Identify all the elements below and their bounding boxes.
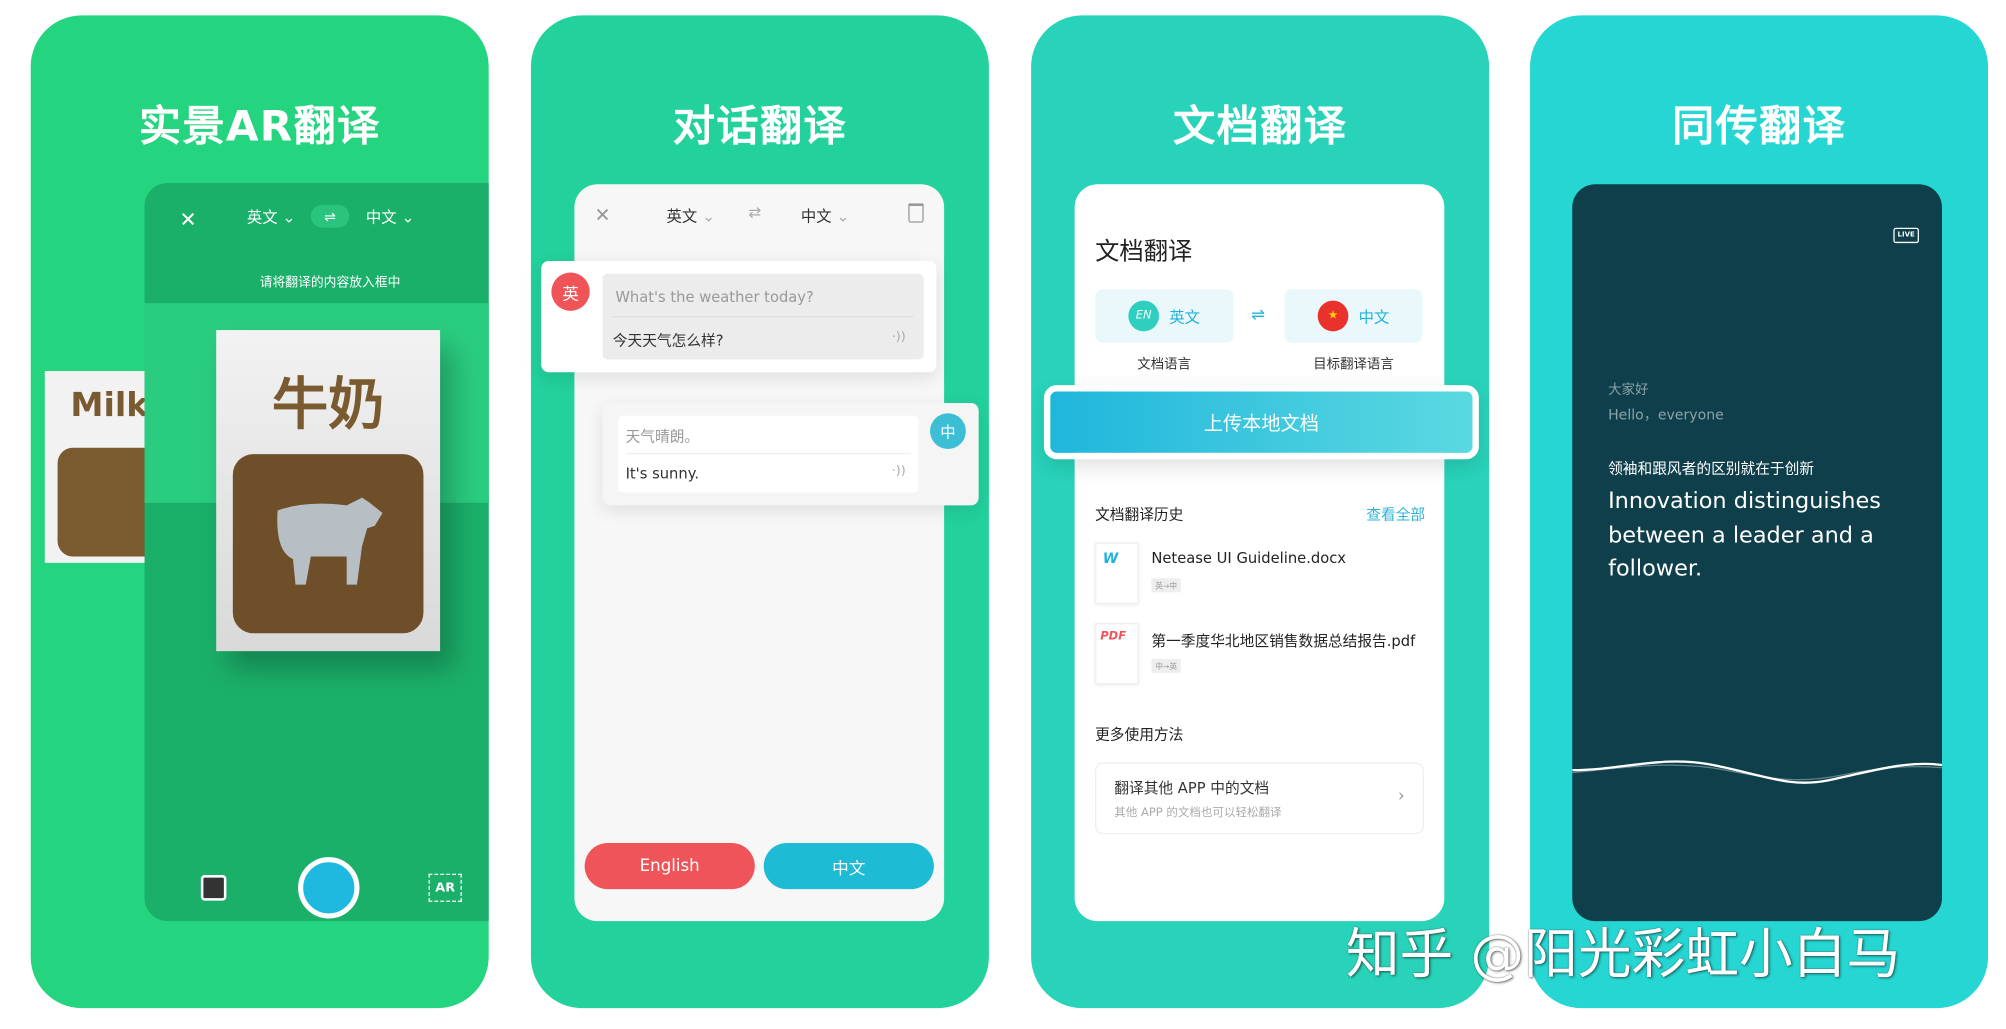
live-card: LIVE 大家好 Hello，everyone 领袖和跟风者的区别就在于创新 I… — [1572, 184, 1942, 922]
docx-file-icon: W — [1095, 542, 1139, 604]
chevron-right-icon: › — [1398, 786, 1405, 806]
target-lang-select[interactable]: 中文 ⌄ — [366, 206, 414, 228]
source-lang-button[interactable]: EN 英文 — [1095, 289, 1234, 343]
file-tag: 英→中 — [1151, 578, 1181, 593]
history-zh: 大家好 — [1608, 382, 1649, 398]
original-text: What's the weather today? — [615, 287, 814, 306]
translation-text: 今天天气怎么样? — [612, 331, 724, 350]
target-lang-button[interactable]: ★ 中文 — [1284, 289, 1423, 343]
english-button[interactable]: English — [584, 843, 755, 890]
shutter-button[interactable] — [298, 857, 360, 919]
panel-title: 对话翻译 — [672, 101, 847, 151]
upload-button[interactable]: 上传本地文档 — [1043, 385, 1479, 460]
more-item-subtitle: 其他 APP 的文档也可以轻松翻译 — [1114, 807, 1282, 821]
current-zh: 领袖和跟风者的区别就在于创新 — [1608, 459, 1815, 478]
panel-title: 文档翻译 — [1173, 101, 1348, 151]
swap-button[interactable]: ⇌ — [310, 204, 350, 228]
message-bubble: 英 What's the weather today? 今天天气怎么样? ·)) — [541, 260, 937, 373]
hint-text: 请将翻译的内容放入框中 — [259, 276, 401, 291]
source-lang-label: 英文 — [666, 207, 698, 226]
target-lang-label: 中文 — [800, 207, 832, 226]
target-lang-label: 中文 — [365, 208, 397, 227]
pdf-file-icon: PDF — [1095, 623, 1139, 685]
target-lang-select[interactable]: 中文 ⌄ — [801, 205, 849, 227]
target-label: 目标翻译语言 — [1313, 356, 1394, 373]
pdf-label: PDF — [1100, 630, 1127, 644]
audio-wave — [1572, 760, 1942, 784]
avatar: 英 — [551, 272, 590, 311]
speaker-icon[interactable]: ·)) — [892, 464, 906, 478]
ar-panel: 实景AR翻译 Milk 牛奶 ✕ 英文 ⌄ ⇌ 中文 ⌄ 请将翻译的内容放入框中… — [30, 15, 489, 1009]
more-item-title: 翻译其他 APP 中的文档 — [1114, 779, 1270, 798]
sign-text: 牛奶 — [271, 372, 385, 438]
panel-title: 实景AR翻译 — [138, 101, 381, 151]
file-tag: 中→英 — [1151, 658, 1181, 673]
close-button[interactable]: ✕ — [173, 203, 204, 234]
camera-view: 牛奶 ✕ 英文 ⌄ ⇌ 中文 ⌄ 请将翻译的内容放入框中 AR — [144, 182, 489, 922]
current-en: Innovation distinguishes between a leade… — [1608, 488, 1881, 583]
ar-mode-button[interactable]: AR — [428, 873, 462, 902]
file-name[interactable]: Netease UI Guideline.docx — [1151, 549, 1346, 567]
swap-icon[interactable]: ⇌ — [1251, 306, 1265, 325]
live-panel: 同传翻译 LIVE 大家好 Hello，everyone 领袖和跟风者的区别就在… — [1530, 15, 1989, 1009]
source-lang-select[interactable]: 英文 ⌄ — [247, 206, 295, 228]
side-sign-text: Milk — [70, 386, 149, 425]
close-icon[interactable]: ✕ — [590, 202, 616, 228]
history-en: Hello，everyone — [1608, 406, 1724, 424]
original-text: 天气晴朗。 — [625, 427, 700, 446]
history-title: 文档翻译历史 — [1095, 505, 1184, 524]
side-sign: Milk — [44, 370, 173, 563]
en-badge: EN — [1128, 300, 1160, 332]
doc-panel: 文档翻译 文档翻译 EN 英文 ⇌ ★ 中文 文档语言 目标翻译语言 上传本地文… — [1031, 15, 1490, 1009]
cow-icon — [232, 454, 424, 634]
china-flag-icon: ★ — [1317, 300, 1349, 332]
target-lang: 中文 — [1358, 307, 1390, 326]
file-name[interactable]: 第一季度华北地区销售数据总结报告.pdf — [1151, 631, 1415, 651]
swap-icon[interactable]: ⇄ — [748, 203, 761, 221]
watermark: 知乎 @阳光彩虹小白马 — [1345, 922, 1901, 986]
chinese-button[interactable]: 中文 — [763, 843, 934, 890]
milk-sign: 牛奶 — [216, 330, 441, 652]
dialog-panel: 对话翻译 ✕ 英文 ⌄ ⇄ 中文 ⌄ 英 What's the weather … — [530, 15, 989, 1009]
docx-label: W — [1102, 550, 1119, 567]
view-all-link[interactable]: 查看全部 — [1366, 504, 1425, 524]
gallery-icon[interactable] — [200, 875, 227, 901]
source-lang: 英文 — [1169, 307, 1200, 326]
translation-text: It's sunny. — [625, 464, 699, 483]
avatar: 中 — [930, 413, 966, 450]
more-item[interactable]: 翻译其他 APP 中的文档 其他 APP 的文档也可以轻松翻译 › — [1095, 762, 1424, 835]
trash-icon[interactable] — [908, 203, 924, 223]
source-lang-label: 英文 — [246, 208, 278, 227]
more-title: 更多使用方法 — [1095, 725, 1184, 744]
message-bubble: 天气晴朗。 It's sunny. ·)) 中 — [602, 402, 979, 506]
speaker-icon[interactable]: ·)) — [892, 330, 906, 344]
panel-title: 同传翻译 — [1672, 101, 1847, 151]
live-icon[interactable]: LIVE — [1893, 227, 1919, 244]
source-label: 文档语言 — [1137, 356, 1192, 373]
source-lang-select[interactable]: 英文 ⌄ — [667, 205, 715, 227]
doc-heading: 文档翻译 — [1095, 237, 1193, 267]
